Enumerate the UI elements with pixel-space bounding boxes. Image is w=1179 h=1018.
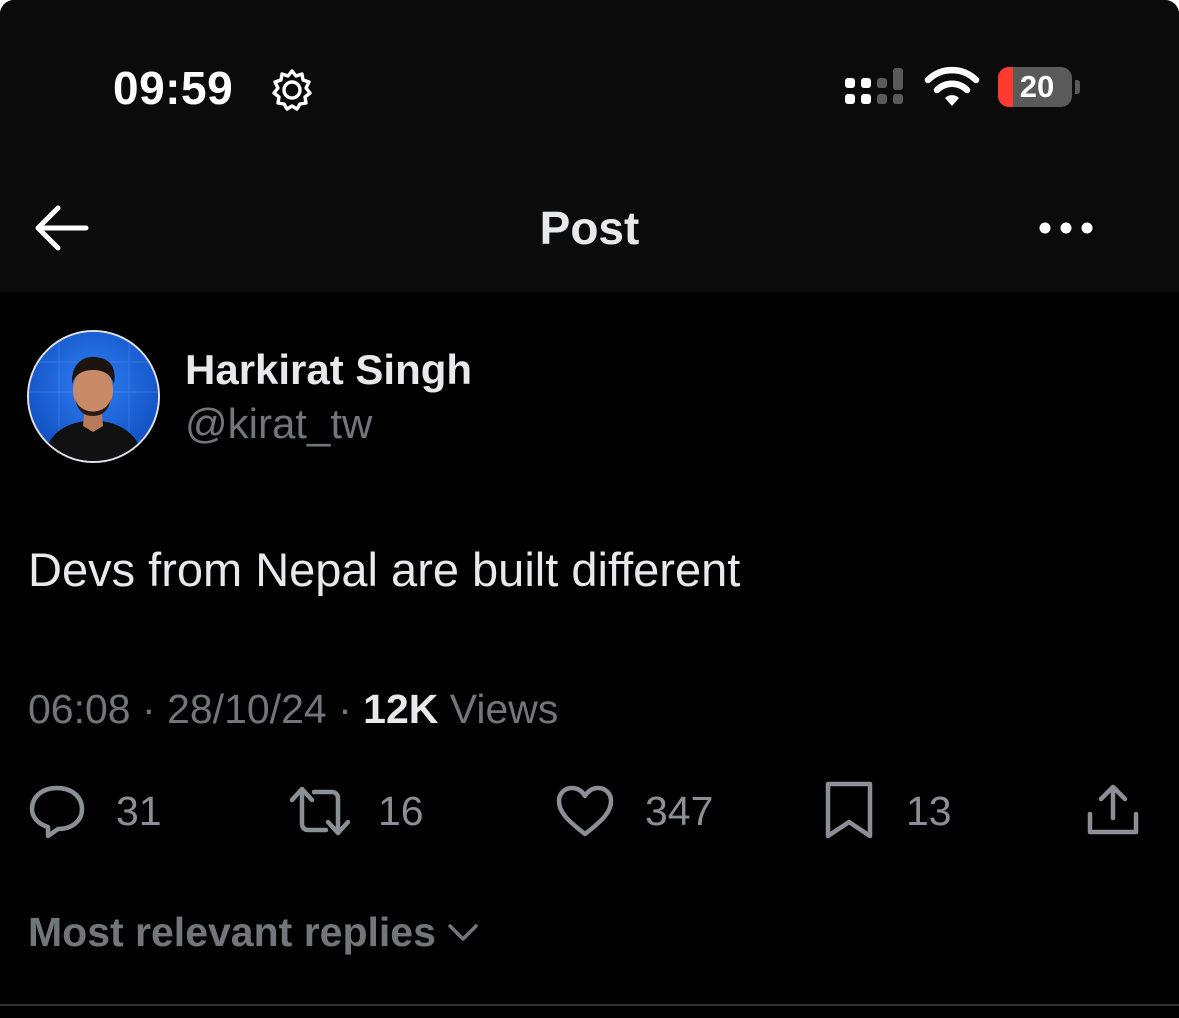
post-text: Devs from Nepal are built different (28, 543, 741, 596)
repost-icon (289, 786, 351, 836)
chevron-down-icon (448, 924, 478, 941)
battery-level: 20 (1019, 69, 1055, 104)
meta-separator: · (142, 686, 156, 732)
like-button[interactable]: 347 (555, 780, 713, 842)
wifi-icon (924, 66, 980, 106)
bookmark-icon (825, 781, 873, 839)
like-count: 347 (645, 788, 714, 834)
avatar-image (29, 332, 158, 461)
divider (0, 1004, 1179, 1006)
repost-count: 16 (378, 788, 424, 834)
author-name[interactable]: Harkirat Singh (185, 344, 472, 396)
page-title: Post (539, 202, 640, 254)
views-count[interactable]: 12K (363, 686, 438, 732)
share-button[interactable] (1084, 780, 1142, 842)
more-options-button[interactable] (1034, 210, 1098, 246)
reply-count: 31 (116, 788, 162, 834)
repost-button[interactable]: 16 (286, 780, 424, 842)
avatar[interactable] (27, 330, 160, 463)
post-date: 28/10/24 (167, 686, 327, 732)
author-handle[interactable]: @kirat_tw (185, 398, 372, 450)
reply-bubble-icon (29, 785, 85, 839)
replies-sort-label: Most relevant replies (28, 909, 436, 955)
heart-icon (556, 785, 614, 837)
replies-sort-dropdown[interactable]: Most relevant replies (28, 906, 482, 958)
post-screen: 09:59 20 Post Harkirat Singh @kirat_tw D… (0, 0, 1179, 1018)
meta-separator: · (338, 686, 352, 732)
share-icon (1087, 784, 1139, 835)
post-meta: 06:08 · 28/10/24 · 12K Views (28, 684, 558, 734)
battery-cap (1075, 80, 1080, 94)
bookmark-count: 13 (906, 788, 952, 834)
bookmark-button[interactable]: 13 (822, 780, 952, 842)
gear-icon (272, 69, 312, 111)
signal-icon (845, 68, 903, 104)
more-dots-icon (1039, 222, 1093, 234)
status-time: 09:59 (113, 62, 234, 114)
views-label[interactable]: Views (450, 686, 559, 732)
battery-indicator: 20 (998, 67, 1072, 107)
reply-button[interactable]: 31 (28, 780, 162, 842)
post-time: 06:08 (28, 686, 131, 732)
